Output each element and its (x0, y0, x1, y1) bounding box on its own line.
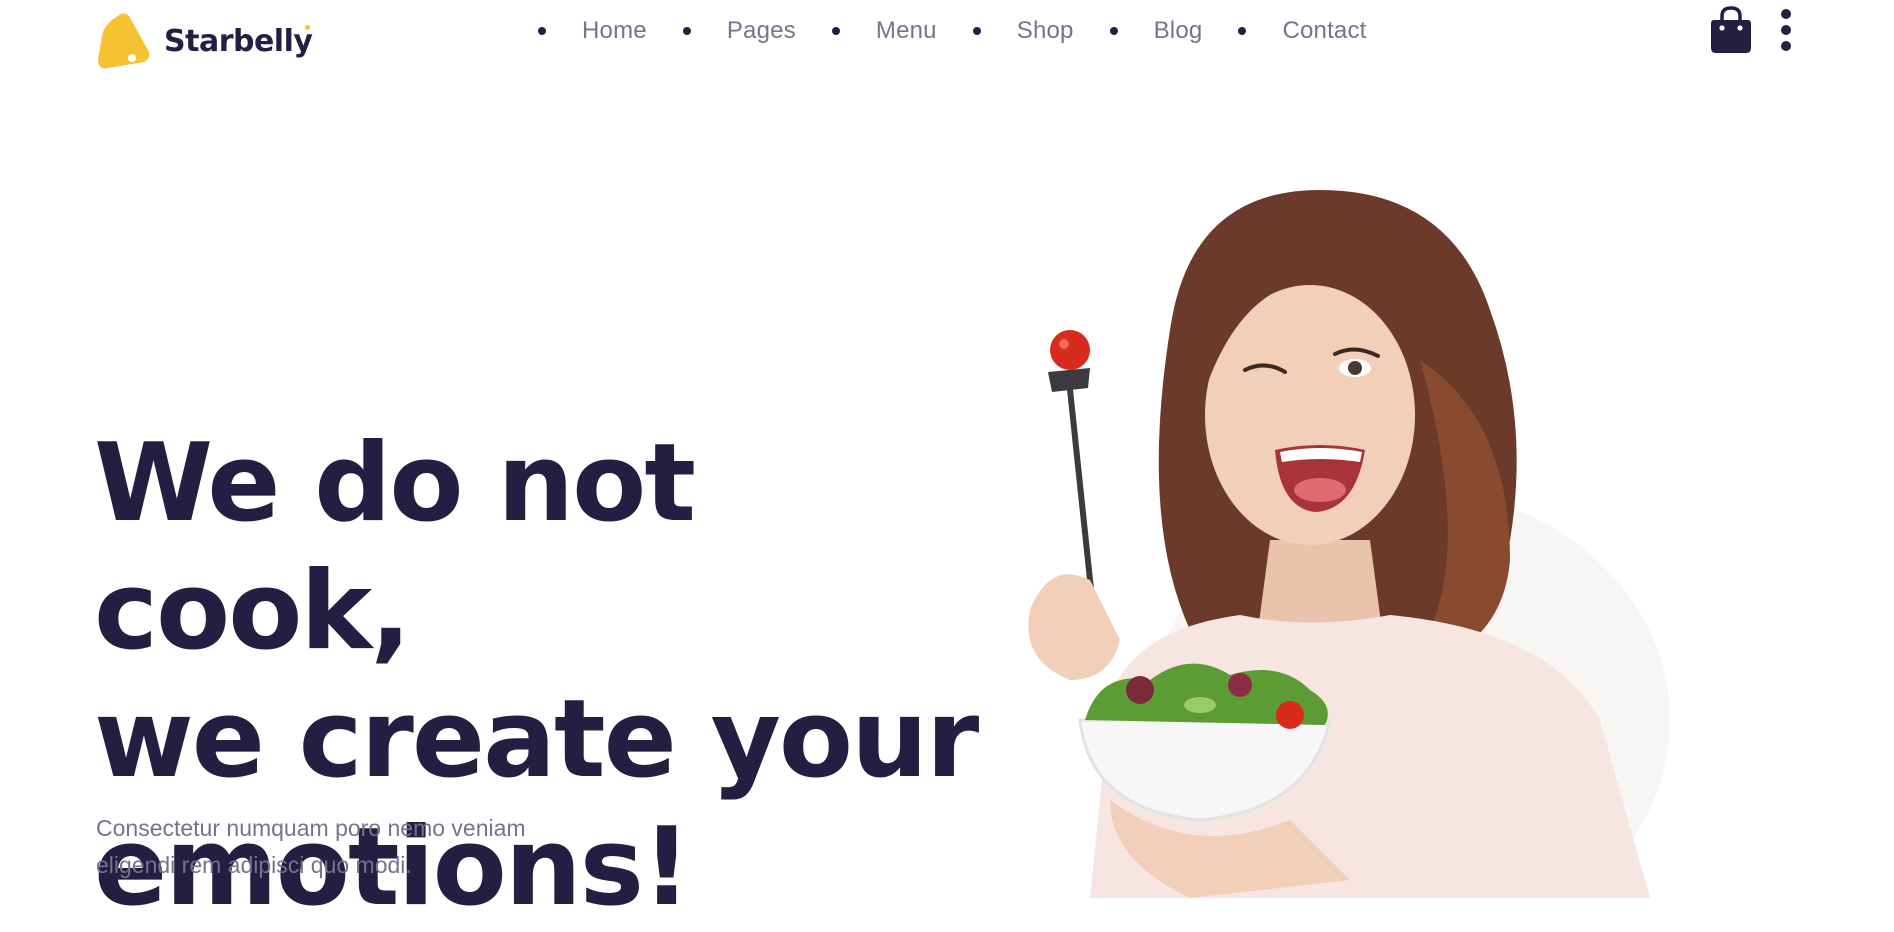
hero-subtitle-line: eligendi rem adipisci quo modi. (96, 852, 412, 878)
brand-name: Starbelly (164, 23, 313, 59)
nav-separator-dot (538, 27, 546, 35)
nav-separator-dot (682, 27, 691, 35)
nav-separator-dot (1238, 27, 1247, 35)
hero-photo-woman-eating-salad (1028, 190, 1670, 898)
nav-separator-dot (831, 27, 840, 35)
hero-subtitle: Consectetur numquam poro nemo veniam eli… (96, 810, 616, 884)
hero-subtitle-line: Consectetur numquam poro nemo veniam (96, 815, 526, 841)
nav-separator-dot (1109, 27, 1118, 35)
main-nav: Home Pages Menu Shop Blog Contact (538, 10, 1403, 52)
nav-item-menu[interactable]: Menu (840, 17, 973, 45)
nav-item-blog[interactable]: Blog (1118, 17, 1239, 45)
hero-title-line: We do not cook, (94, 421, 696, 674)
site-header: Starbelly Home Pages Menu Shop Blog Cont… (0, 0, 1894, 80)
logo-link[interactable]: Starbelly (96, 12, 313, 70)
logo-triangle-icon (98, 13, 150, 69)
hero-title-line: we create your (94, 677, 979, 802)
nav-item-pages[interactable]: Pages (691, 17, 832, 45)
nav-separator-dot (972, 27, 981, 35)
more-vertical-icon[interactable] (1776, 8, 1796, 52)
shopping-bag-icon[interactable] (1710, 6, 1752, 54)
nav-item-shop[interactable]: Shop (981, 17, 1110, 45)
nav-item-home[interactable]: Home (546, 17, 683, 45)
nav-item-contact[interactable]: Contact (1246, 17, 1402, 45)
